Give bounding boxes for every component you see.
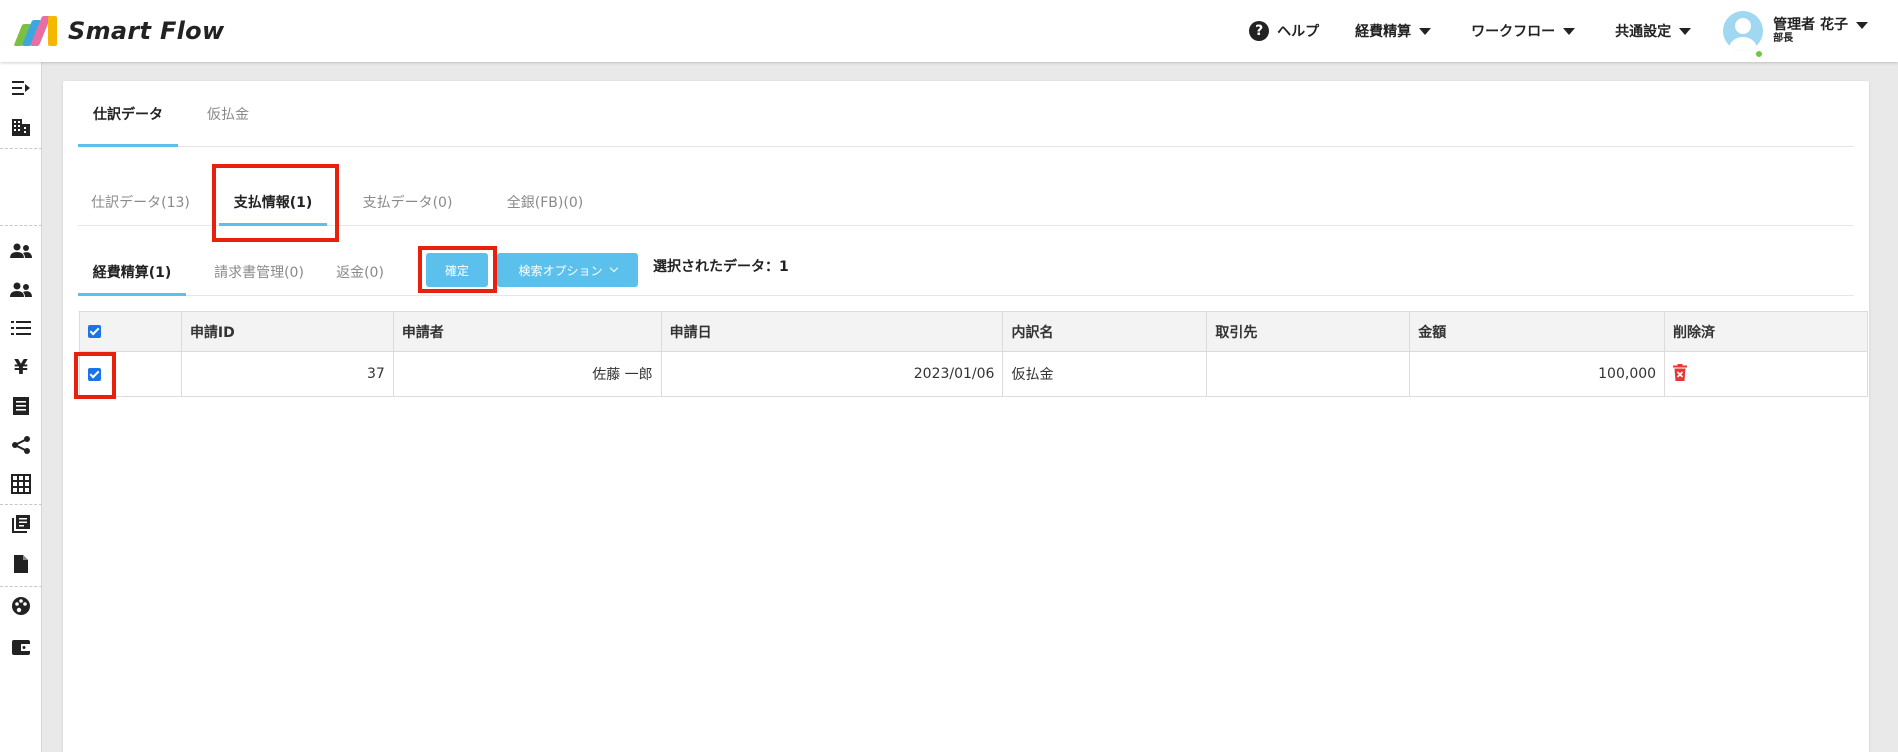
help-icon: ? [1249,21,1270,41]
search-options-label: 検索オプション [518,263,603,278]
caret-down-icon [1856,21,1868,29]
app-header: Smart Flow ? ヘルプ 経費精算 ワークフロー 共通設定 管理者 花子… [0,0,1898,62]
cell-deleted [1664,351,1868,397]
tab-payment-info[interactable]: 支払情報(1) [219,179,327,226]
tabs-level1: 仕訳データ 仮払金 [78,81,1854,147]
column-header-applicant[interactable]: 申請者 [392,311,662,352]
tab-journal-data[interactable]: 仕訳データ [78,81,178,147]
caret-down-icon [1419,27,1432,35]
cell-item-name: 仮払金 [1002,351,1208,397]
palette-icon[interactable] [9,594,33,618]
nav-expense-menu[interactable]: 経費精算 [1355,21,1432,41]
nav-workflow-label: ワークフロー [1471,24,1556,40]
help-label: ヘルプ [1277,24,1320,40]
cell-application-id: 37 [180,351,394,397]
table-row[interactable]: 37 佐藤 一郎 2023/01/06 仮払金 100,000 [79,351,1868,397]
header-nav: ? ヘルプ 経費精算 ワークフロー 共通設定 管理者 花子 部長 [1249,0,1898,62]
tabs-level3: 経費精算(1) 請求書管理(0) 返金(0) [78,248,1854,296]
users-alt-icon[interactable] [9,278,33,302]
tab-refund[interactable]: 返金(0) [332,248,388,295]
user-menu[interactable]: 管理者 花子 部長 [1723,11,1868,59]
select-all-cell [79,311,182,352]
tab-advance-payment[interactable]: 仮払金 [188,81,268,146]
confirm-button[interactable]: 確定 [426,253,488,287]
nav-expense-label: 経費精算 [1355,24,1412,40]
search-options-button[interactable]: 検索オプション [497,253,638,287]
user-role: 部長 [1773,33,1794,45]
nav-common-settings-label: 共通設定 [1615,24,1672,40]
tab-zengin-fb[interactable]: 全銀(FB)(0) [486,179,604,225]
cell-application-date: 2023/01/06 [660,351,1004,397]
cell-applicant: 佐藤 一郎 [392,351,662,397]
caret-down-icon [1679,27,1692,35]
cell-vendor [1206,351,1411,397]
table-header-row: 申請ID 申請者 申請日 内訳名 取引先 金額 削除済 [79,311,1868,352]
cell-amount: 100,000 [1409,351,1666,397]
tab-journal-data-count[interactable]: 仕訳データ(13) [78,179,203,225]
logo-mark-icon [12,14,58,48]
online-status-icon [1754,49,1765,59]
nav-common-settings-menu[interactable]: 共通設定 [1615,21,1692,41]
wallet-icon[interactable] [9,635,33,659]
chevron-down-icon [609,263,618,273]
row-select-cell [79,351,182,397]
user-name: 管理者 花子 [1773,17,1848,34]
avatar [1723,11,1764,51]
list-icon[interactable] [9,316,33,340]
column-header-amount[interactable]: 金額 [1409,311,1666,352]
tabs-level2: 仕訳データ(13) 支払情報(1) 支払データ(0) 全銀(FB)(0) [78,179,1854,226]
tab-invoice-management[interactable]: 請求書管理(0) [196,248,322,295]
payment-info-table: 申請ID 申請者 申請日 内訳名 取引先 金額 削除済 37 佐藤 一郎 202… [79,311,1868,397]
logo-text: Smart Flow [68,17,225,45]
tab-payment-data[interactable]: 支払データ(0) [346,179,469,225]
library-icon[interactable] [9,512,33,536]
selected-count-text: 選択されたデータ：1 [653,259,789,275]
document-icon[interactable] [9,552,33,576]
receipt-icon[interactable] [9,394,33,418]
column-header-item-name[interactable]: 内訳名 [1002,311,1208,352]
nav-workflow-menu[interactable]: ワークフロー [1471,21,1576,41]
main-card: 仕訳データ 仮払金 仕訳データ(13) 支払情報(1) 支払データ(0) 全銀(… [63,81,1869,752]
help-link[interactable]: ? ヘルプ [1249,21,1319,41]
grid-icon[interactable] [9,472,33,496]
yen-icon[interactable]: ¥ [9,355,33,379]
trash-icon[interactable] [1673,363,1688,385]
select-all-checkbox[interactable] [88,325,101,338]
column-header-application-date[interactable]: 申請日 [660,311,1004,352]
caret-down-icon [1563,27,1576,35]
tab-expense-settlement[interactable]: 経費精算(1) [78,248,186,296]
column-header-deleted[interactable]: 削除済 [1664,311,1868,352]
column-header-vendor[interactable]: 取引先 [1206,311,1411,352]
expand-menu-icon[interactable] [9,76,33,100]
share-icon[interactable] [9,433,33,457]
sidebar: ¥ [0,62,42,752]
column-header-application-id[interactable]: 申請ID [180,311,394,352]
users-icon[interactable] [9,239,33,263]
row-checkbox[interactable] [88,367,101,381]
building-icon[interactable] [9,115,33,139]
app-logo[interactable]: Smart Flow [12,14,224,48]
